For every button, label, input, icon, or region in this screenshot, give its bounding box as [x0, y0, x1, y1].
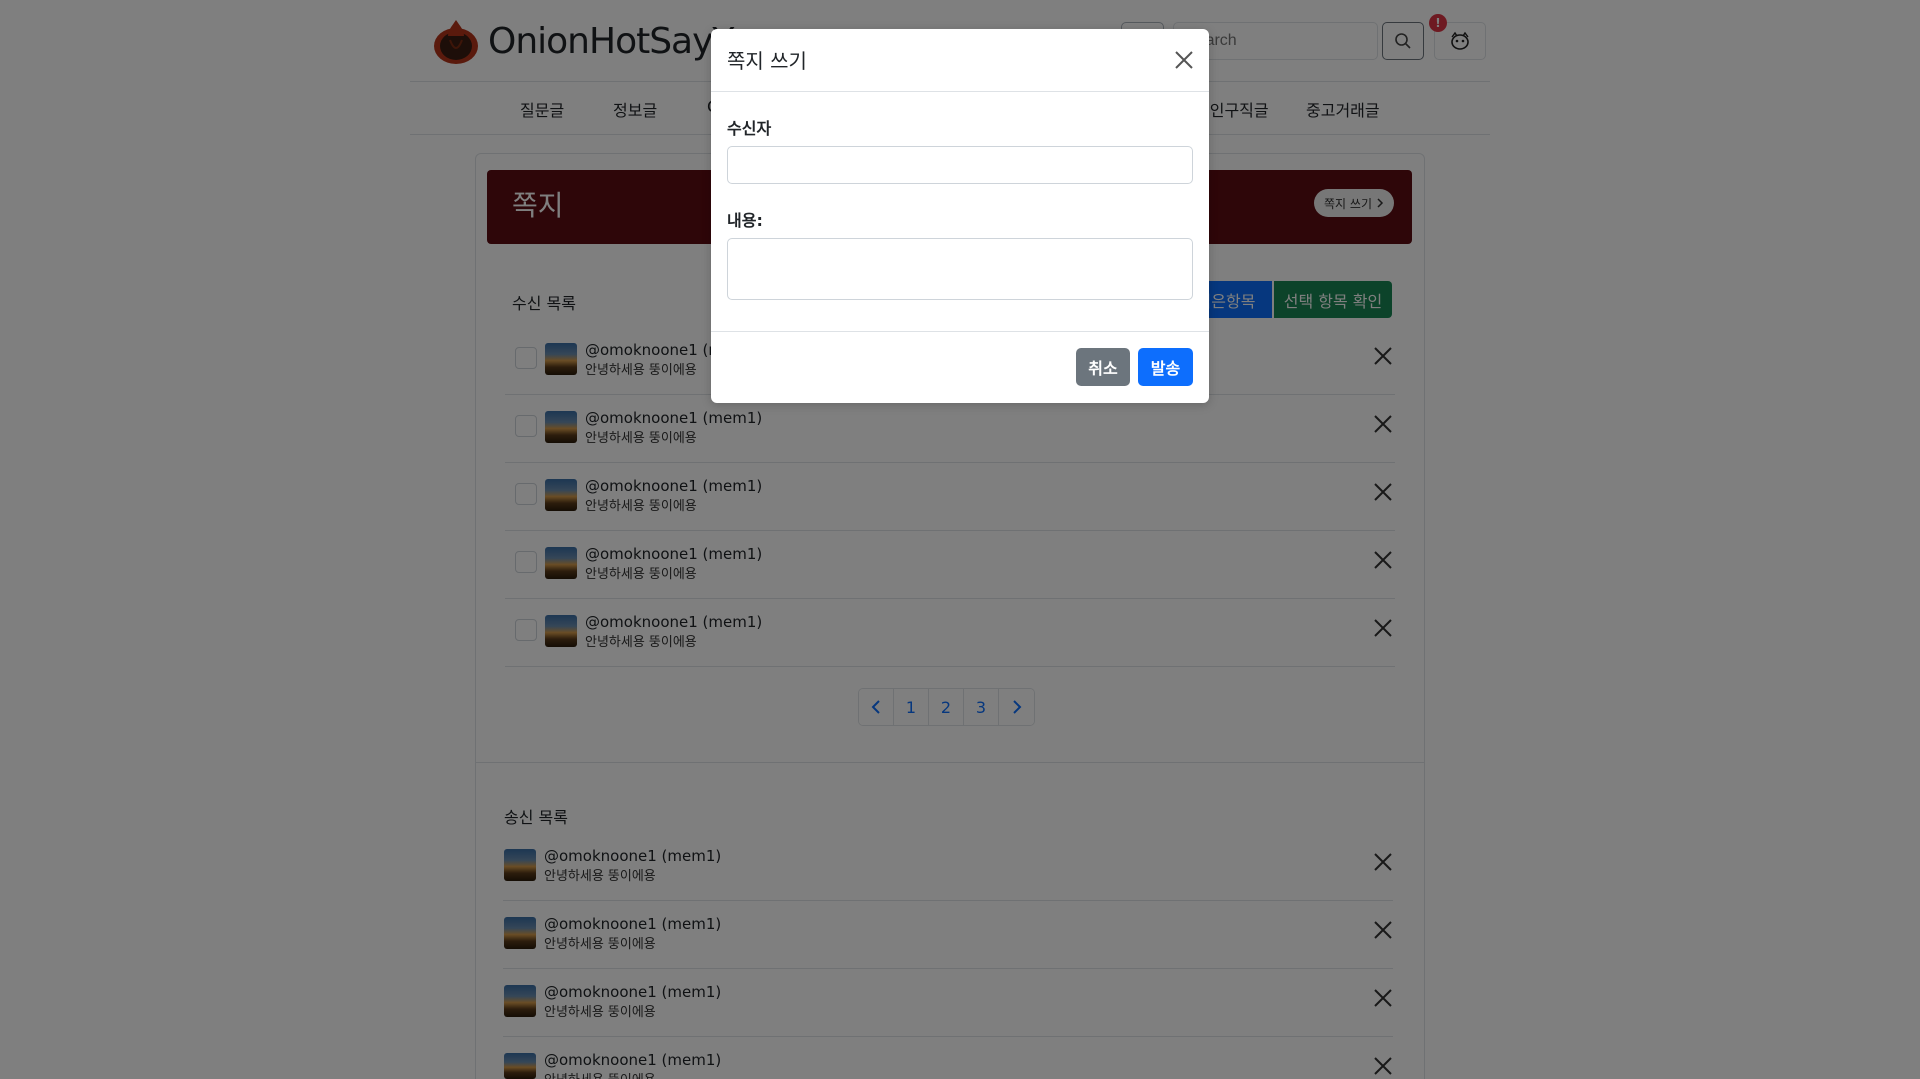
modal-footer — [711, 331, 1209, 403]
compose-message-modal: 쪽지 쓰기 수신자 내용: 취소 발송 — [711, 29, 1209, 403]
close-icon[interactable] — [1173, 49, 1195, 71]
cancel-button[interactable]: 취소 — [1076, 348, 1130, 386]
recipient-label: 수신자 — [727, 119, 772, 138]
content-label: 내용: — [727, 211, 763, 230]
recipient-input[interactable] — [727, 146, 1193, 184]
modal-header: 쪽지 쓰기 — [711, 29, 1209, 92]
modal-title: 쪽지 쓰기 — [727, 49, 807, 73]
send-button[interactable]: 발송 — [1138, 348, 1193, 386]
content-textarea[interactable] — [727, 238, 1193, 300]
